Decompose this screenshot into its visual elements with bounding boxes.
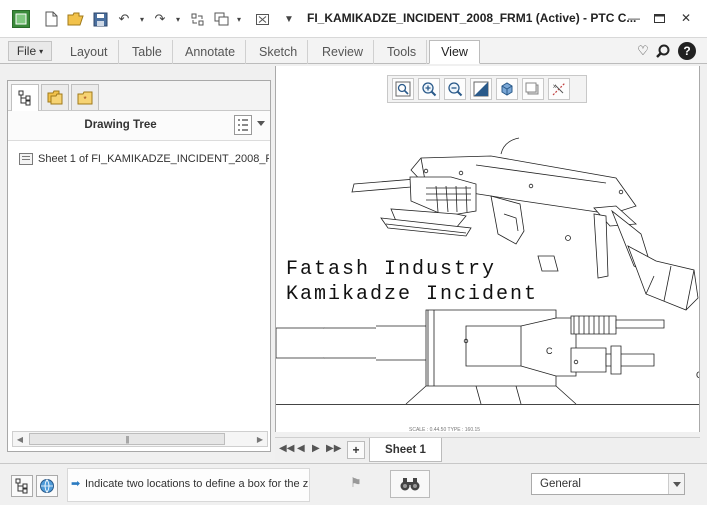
drawing-title-line1: Fatash Industry xyxy=(286,258,496,281)
repaint-icon[interactable] xyxy=(470,78,492,100)
tree-title: Drawing Tree xyxy=(84,119,157,131)
status-bar: ➡ Indicate two locations to define a box… xyxy=(0,463,707,505)
save-icon[interactable] xyxy=(91,10,109,28)
panel-tabs: * xyxy=(8,81,270,111)
tab-view[interactable]: View xyxy=(429,40,480,64)
chevron-down-icon: ▾ xyxy=(39,46,44,56)
previous-sheet-icon[interactable]: ◀ xyxy=(297,443,305,454)
minimize-button[interactable]: — xyxy=(626,10,642,26)
drawing-view: Fatash Industry Kamikadze Incident C C xyxy=(276,137,699,405)
toggle-navigator-icon[interactable] xyxy=(11,475,33,497)
open-folder-icon[interactable] xyxy=(66,10,84,28)
tab-tools[interactable]: Tools xyxy=(377,40,428,64)
binoculars-icon xyxy=(400,478,420,491)
windows-icon[interactable] xyxy=(212,10,230,28)
minimize-ribbon-icon[interactable]: ♡ xyxy=(634,42,652,60)
search-icon[interactable] xyxy=(654,42,672,60)
refit-icon[interactable] xyxy=(392,78,414,100)
redo-dropdown-icon[interactable]: ▾ xyxy=(169,10,187,28)
scale-note: SCALE : 0.44.50 TYPE : 160.15 xyxy=(409,427,481,433)
tree-settings-icon[interactable] xyxy=(234,115,252,135)
next-sheet-icon[interactable]: ▶ xyxy=(312,443,320,454)
title-bar: ↶ ▾ ↷ ▾ ▾ ▼ FI_KAMIKADZE_INCIDENT_2008_F… xyxy=(0,0,707,38)
zoom-out-icon[interactable] xyxy=(444,78,466,100)
sheet-tab-1[interactable]: Sheet 1 xyxy=(369,438,442,462)
regenerate-icon[interactable] xyxy=(188,10,206,28)
tree-item-sheet-1[interactable]: Sheet 1 of FI_KAMIKADZE_INCIDENT_2008_FR… xyxy=(19,151,269,167)
add-sheet-button[interactable]: + xyxy=(347,441,365,459)
tab-review[interactable]: Review xyxy=(312,40,374,64)
undo-dropdown-icon[interactable]: ▾ xyxy=(133,10,151,28)
status-message: Indicate two locations to define a box f… xyxy=(85,478,309,490)
window-title: FI_KAMIKADZE_INCIDENT_2008_FRM1 (Active)… xyxy=(307,11,637,25)
ribbon: File ▾ Layout Table Annotate Sketch Revi… xyxy=(0,38,707,64)
folder-browser-tab-icon[interactable] xyxy=(41,84,69,110)
svg-text:*: * xyxy=(83,95,86,104)
find-button[interactable] xyxy=(390,470,430,498)
more-dropdown-icon[interactable]: ▼ xyxy=(280,10,298,28)
tab-annotate[interactable]: Annotate xyxy=(175,40,247,64)
sheet-bar: ◀◀ ◀ ▶ ▶▶ + Sheet 1 xyxy=(275,437,700,462)
close-button[interactable]: ✕ xyxy=(678,10,694,26)
tree-tab-icon[interactable] xyxy=(11,84,39,111)
view-manager-icon[interactable] xyxy=(522,78,544,100)
zoom-in-icon[interactable] xyxy=(418,78,440,100)
flag-icon[interactable]: ⚑ xyxy=(350,475,362,491)
last-sheet-icon[interactable]: ▶▶ xyxy=(326,443,341,454)
selection-filter-select[interactable]: General xyxy=(531,473,685,495)
creo-app-icon[interactable] xyxy=(12,10,30,28)
tree-item-label: Sheet 1 of FI_KAMIKADZE_INCIDENT_2008_FR… xyxy=(38,153,269,165)
file-menu-label: File xyxy=(16,44,37,58)
new-file-icon[interactable] xyxy=(42,10,60,28)
favorites-tab-icon[interactable]: * xyxy=(71,84,99,110)
tree-settings-dropdown-icon[interactable] xyxy=(257,121,265,126)
undo-icon[interactable]: ↶ xyxy=(115,10,133,28)
help-icon[interactable]: ? xyxy=(678,42,696,60)
datum-display-icon[interactable]: x xyxy=(548,78,570,100)
toggle-browser-icon[interactable] xyxy=(36,475,58,497)
graphics-area[interactable]: Fatash Industry Kamikadze Incident C C S… xyxy=(275,66,700,433)
close-window-icon[interactable] xyxy=(253,10,271,28)
scroll-left-icon[interactable]: ◀ xyxy=(13,432,27,446)
tree-horizontal-scrollbar[interactable]: ◀ ||| ▶ xyxy=(12,431,268,447)
drawing-note-c2: C xyxy=(696,370,699,380)
message-area: ➡ Indicate two locations to define a box… xyxy=(67,468,310,502)
drawing-note-c1: C xyxy=(546,346,553,356)
windows-dropdown-icon[interactable]: ▾ xyxy=(230,10,248,28)
first-sheet-icon[interactable]: ◀◀ xyxy=(279,443,294,454)
display-style-icon[interactable] xyxy=(496,78,518,100)
svg-text:x: x xyxy=(553,84,556,90)
message-arrow-icon: ➡ xyxy=(71,478,81,490)
graphics-toolbar: x xyxy=(387,75,587,103)
sheet-border-line xyxy=(276,404,699,405)
scroll-right-icon[interactable]: ▶ xyxy=(253,432,267,446)
file-menu-button[interactable]: File ▾ xyxy=(8,41,52,61)
model-tree-panel: * Drawing Tree Sheet 1 of FI_KAMIKADZE_I… xyxy=(7,80,271,452)
drawing-title-line2: Kamikadze Incident xyxy=(286,283,538,306)
chevron-down-icon[interactable] xyxy=(668,474,684,494)
tab-sketch[interactable]: Sketch xyxy=(249,40,309,64)
redo-icon[interactable]: ↷ xyxy=(151,10,169,28)
restore-button[interactable] xyxy=(651,10,667,26)
tab-layout[interactable]: Layout xyxy=(60,40,119,64)
tree-header: Drawing Tree xyxy=(8,111,270,141)
scroll-thumb[interactable]: ||| xyxy=(29,433,225,445)
tab-table[interactable]: Table xyxy=(122,40,173,64)
selection-filter-value: General xyxy=(540,478,581,490)
sheet-icon xyxy=(19,153,33,165)
